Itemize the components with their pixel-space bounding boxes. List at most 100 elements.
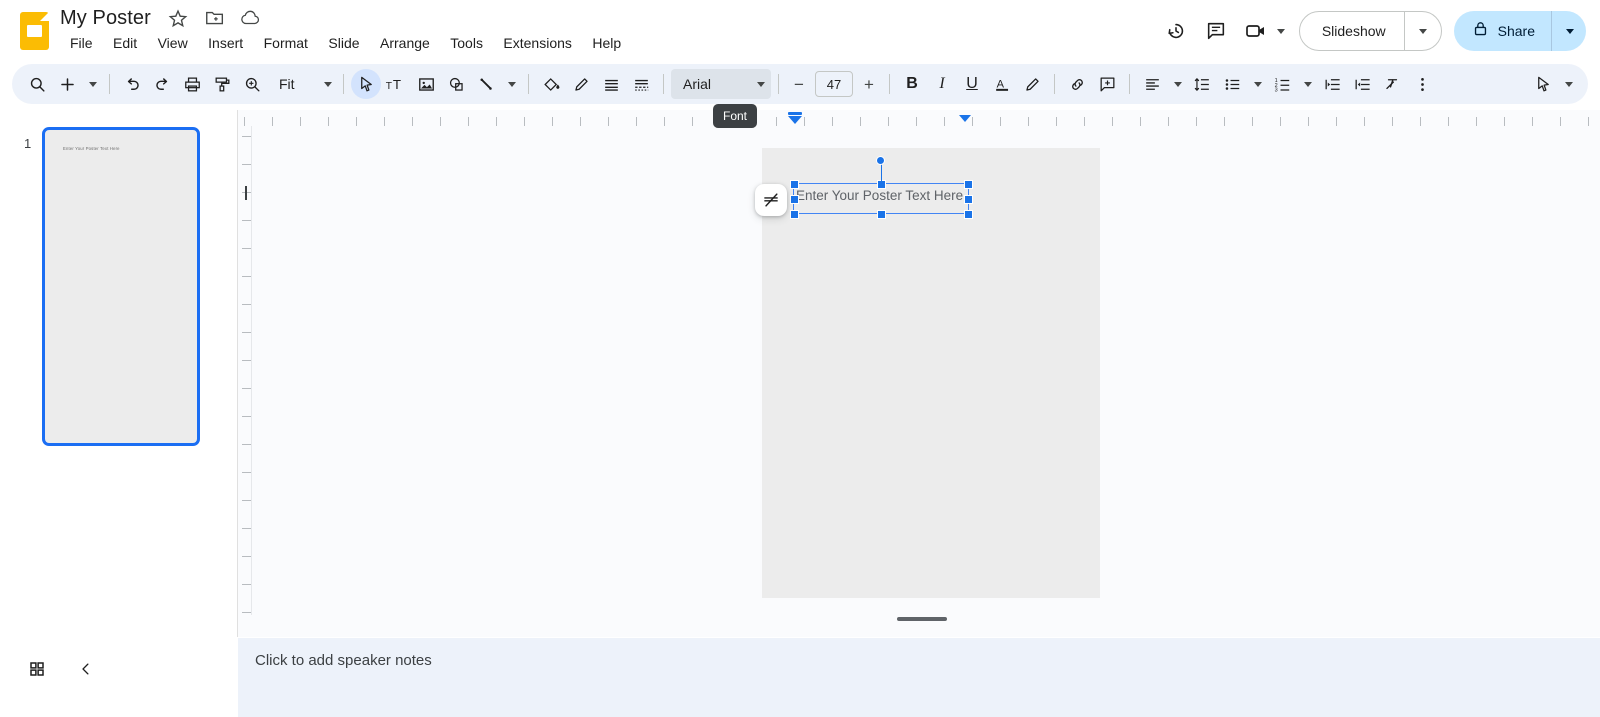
text-box-content[interactable]: Enter Your Poster Text Here bbox=[796, 188, 963, 204]
select-tool-icon[interactable] bbox=[351, 69, 381, 99]
menu-arrange[interactable]: Arrange bbox=[372, 32, 438, 54]
menu-format[interactable]: Format bbox=[256, 32, 316, 54]
chevron-down-icon[interactable] bbox=[1276, 28, 1285, 34]
add-comment-icon[interactable] bbox=[1092, 69, 1122, 99]
align-icon[interactable] bbox=[1137, 69, 1167, 99]
collapse-filmstrip-chevron-left-icon[interactable] bbox=[68, 651, 104, 687]
zoom-icon[interactable] bbox=[237, 69, 267, 99]
selected-text-box[interactable]: Enter Your Poster Text Here bbox=[790, 156, 973, 219]
undo-icon[interactable] bbox=[117, 69, 147, 99]
menu-file[interactable]: File bbox=[62, 32, 101, 54]
resize-handle-s[interactable] bbox=[877, 210, 886, 219]
divider bbox=[889, 74, 890, 94]
speaker-notes-area[interactable]: Click to add speaker notes bbox=[238, 638, 1600, 717]
star-icon[interactable] bbox=[167, 7, 189, 29]
resize-handle-e[interactable] bbox=[964, 195, 973, 204]
line-icon[interactable] bbox=[471, 69, 501, 99]
left-indent-marker[interactable] bbox=[788, 116, 802, 124]
line-spacing-icon[interactable] bbox=[1187, 69, 1217, 99]
border-dash-icon[interactable] bbox=[626, 69, 656, 99]
share-button[interactable]: Share bbox=[1453, 11, 1586, 51]
slideshow-button[interactable]: Slideshow bbox=[1298, 11, 1442, 51]
insert-image-icon[interactable] bbox=[411, 69, 441, 99]
numbered-list-icon[interactable]: 123 bbox=[1267, 69, 1297, 99]
ruler-tick bbox=[242, 220, 251, 221]
vertical-indent-marker[interactable] bbox=[245, 186, 247, 200]
rotation-handle[interactable] bbox=[876, 156, 885, 165]
search-icon[interactable] bbox=[22, 69, 52, 99]
resize-handle-nw[interactable] bbox=[790, 180, 799, 189]
document-title[interactable]: My Poster bbox=[60, 4, 151, 32]
print-icon[interactable] bbox=[177, 69, 207, 99]
ruler-tick bbox=[242, 332, 251, 333]
notes-resize-handle[interactable] bbox=[897, 617, 947, 621]
bold-button[interactable]: B bbox=[897, 69, 927, 99]
first-line-indent-marker[interactable] bbox=[788, 112, 802, 115]
ruler-tick bbox=[496, 117, 497, 126]
italic-button[interactable]: I bbox=[927, 69, 957, 99]
vertical-ruler[interactable] bbox=[238, 126, 252, 615]
resize-handle-se[interactable] bbox=[964, 210, 973, 219]
resize-handle-ne[interactable] bbox=[964, 180, 973, 189]
resize-handle-sw[interactable] bbox=[790, 210, 799, 219]
redo-icon[interactable] bbox=[147, 69, 177, 99]
menu-edit[interactable]: Edit bbox=[105, 32, 145, 54]
bulleted-list-icon[interactable] bbox=[1217, 69, 1247, 99]
meet-button[interactable] bbox=[1236, 11, 1289, 51]
slideshow-options-chevron-down-icon[interactable] bbox=[1405, 28, 1441, 34]
menu-help[interactable]: Help bbox=[584, 32, 629, 54]
move-to-folder-icon[interactable] bbox=[204, 7, 226, 29]
zoom-level-dropdown[interactable]: Fit bbox=[267, 69, 336, 99]
grid-view-icon[interactable] bbox=[19, 651, 55, 687]
paint-format-icon[interactable] bbox=[207, 69, 237, 99]
numbered-list-options-chevron-down-icon[interactable] bbox=[1297, 69, 1317, 99]
slide-thumbnail-1[interactable]: Enter Your Poster Text Here bbox=[42, 127, 200, 446]
font-family-dropdown[interactable]: Arial bbox=[671, 69, 771, 99]
text-box-icon[interactable]: TT bbox=[381, 69, 411, 99]
right-indent-marker[interactable] bbox=[959, 115, 971, 122]
new-slide-icon[interactable] bbox=[52, 69, 82, 99]
decrease-indent-icon[interactable] bbox=[1317, 69, 1347, 99]
divider bbox=[1054, 74, 1055, 94]
share-main[interactable]: Share bbox=[1454, 11, 1551, 51]
underline-button[interactable]: U bbox=[957, 69, 987, 99]
menu-tools[interactable]: Tools bbox=[442, 32, 491, 54]
menu-extensions[interactable]: Extensions bbox=[495, 32, 579, 54]
share-options-chevron-down-icon[interactable] bbox=[1552, 28, 1586, 34]
border-weight-icon[interactable] bbox=[596, 69, 626, 99]
ruler-tick bbox=[242, 584, 251, 585]
border-color-icon[interactable] bbox=[566, 69, 596, 99]
bulleted-list-options-chevron-down-icon[interactable] bbox=[1247, 69, 1267, 99]
font-size-input[interactable]: 47 bbox=[815, 71, 853, 97]
horizontal-ruler[interactable] bbox=[238, 110, 1600, 126]
increase-indent-icon[interactable] bbox=[1347, 69, 1377, 99]
laser-pointer-icon[interactable] bbox=[1528, 69, 1558, 99]
menu-insert[interactable]: Insert bbox=[200, 32, 251, 54]
new-slide-options-chevron-down-icon[interactable] bbox=[82, 69, 102, 99]
increase-font-size-button[interactable]: + bbox=[856, 71, 882, 97]
slide-canvas[interactable] bbox=[762, 148, 1100, 598]
menu-view[interactable]: View bbox=[150, 32, 196, 54]
history-icon[interactable] bbox=[1156, 11, 1196, 51]
text-color-button[interactable]: A bbox=[987, 69, 1017, 99]
highlight-icon[interactable] bbox=[1017, 69, 1047, 99]
decrease-font-size-button[interactable]: − bbox=[786, 71, 812, 97]
clear-formatting-icon[interactable] bbox=[1377, 69, 1407, 99]
fill-color-icon[interactable] bbox=[536, 69, 566, 99]
pointer-options-chevron-down-icon[interactable] bbox=[1558, 69, 1578, 99]
ruler-tick bbox=[1448, 117, 1449, 126]
lock-icon bbox=[1472, 20, 1489, 42]
comment-icon[interactable] bbox=[1196, 11, 1236, 51]
video-camera-icon[interactable] bbox=[1236, 11, 1276, 51]
menu-slide[interactable]: Slide bbox=[320, 32, 367, 54]
resize-handle-w[interactable] bbox=[790, 195, 799, 204]
cloud-saved-icon[interactable] bbox=[240, 7, 262, 29]
shape-icon[interactable] bbox=[441, 69, 471, 99]
align-options-chevron-down-icon[interactable] bbox=[1167, 69, 1187, 99]
slideshow-label: Slideshow bbox=[1321, 23, 1386, 39]
line-options-chevron-down-icon[interactable] bbox=[501, 69, 521, 99]
more-options-icon[interactable] bbox=[1407, 69, 1437, 99]
svg-text:T: T bbox=[393, 77, 401, 92]
link-icon[interactable] bbox=[1062, 69, 1092, 99]
no-border-weight-icon[interactable] bbox=[755, 184, 787, 216]
